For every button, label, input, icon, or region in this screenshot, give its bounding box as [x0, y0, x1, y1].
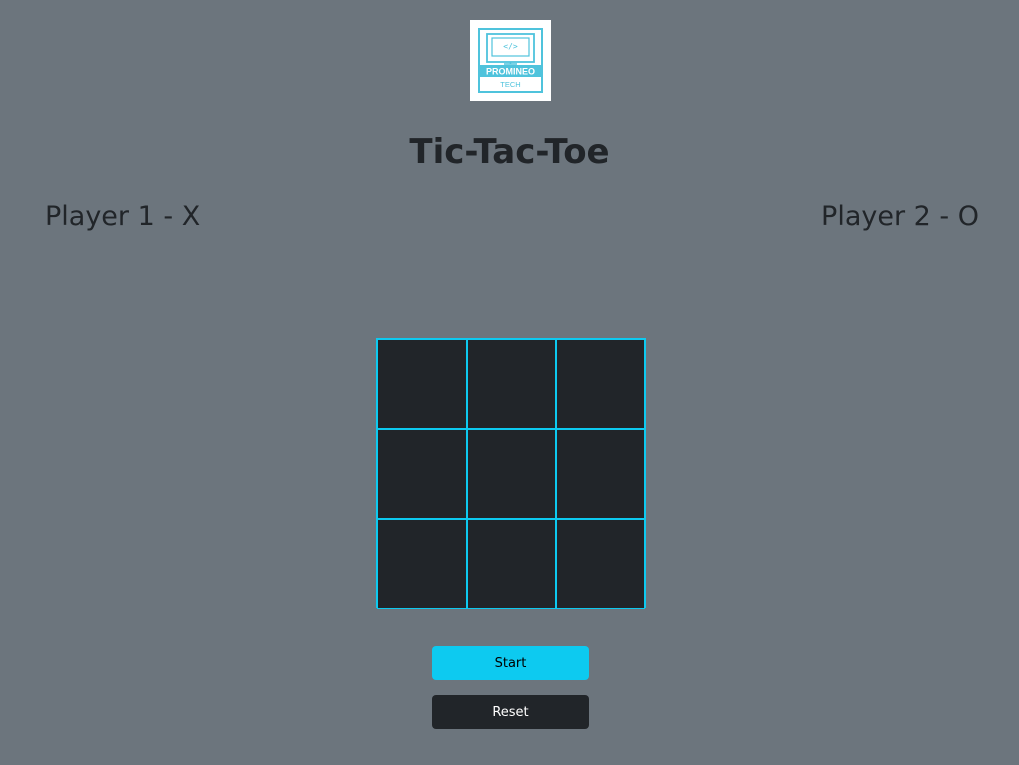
board-cell-4[interactable] [377, 429, 467, 519]
board-cell-1[interactable] [377, 339, 467, 429]
board-cell-8[interactable] [467, 519, 556, 609]
logo-text-promineo: PROMINEO [486, 67, 535, 77]
reset-button[interactable]: Reset [432, 695, 589, 729]
page-title: Tic-Tac-Toe [409, 132, 610, 172]
logo-image: </> PROMINEO TECH [478, 28, 543, 93]
board-cell-6[interactable] [556, 429, 645, 519]
code-glyph: </> [503, 42, 518, 51]
board-cell-3[interactable] [556, 339, 645, 429]
promineo-tech-logo: </> PROMINEO TECH [470, 20, 551, 101]
board-cell-5[interactable] [467, 429, 556, 519]
start-button[interactable]: Start [432, 646, 589, 680]
board-cell-2[interactable] [467, 339, 556, 429]
board-cell-7[interactable] [377, 519, 467, 609]
board-cell-9[interactable] [556, 519, 645, 609]
player-2-label: Player 2 - O [821, 201, 979, 232]
player-1-label: Player 1 - X [45, 201, 201, 232]
game-board [376, 338, 646, 609]
logo-text-tech: TECH [500, 80, 520, 89]
